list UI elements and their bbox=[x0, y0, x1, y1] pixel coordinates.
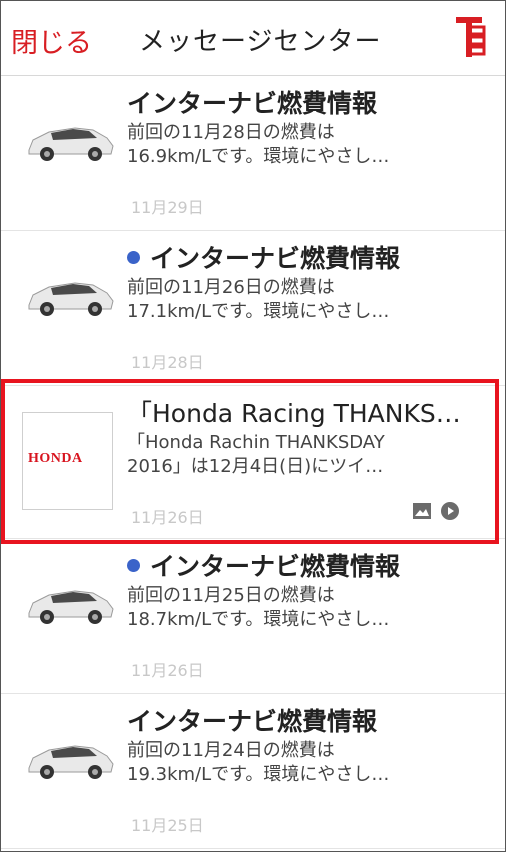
message-date: 11月26日 bbox=[131, 508, 204, 527]
list-item[interactable]: インターナビ燃費情報 前回の11月24日の燃費は 19.3km/Lです。環境にや… bbox=[1, 694, 505, 849]
list-item[interactable]: インターナビ燃費情報 前回の11月26日の燃費は 17.1km/Lです。環境にや… bbox=[1, 231, 505, 386]
car-icon bbox=[28, 282, 114, 316]
message-body: 前回の11月26日の燃費は 17.1km/Lです。環境にやさし… bbox=[127, 277, 390, 322]
menu-icon[interactable] bbox=[454, 15, 486, 59]
message-body: 「Honda Rachin THANKSDAY 2016」は12月4日(日)にツ… bbox=[127, 432, 385, 477]
list-item[interactable]: インターナビ燃費情報 前回の11月25日の燃費は 18.7km/Lです。環境にや… bbox=[1, 539, 505, 694]
car-icon bbox=[28, 127, 114, 161]
message-title: インターナビ燃費情報 bbox=[127, 89, 378, 118]
car-icon bbox=[28, 590, 114, 624]
message-title: 「Honda Racing THANKS… bbox=[127, 399, 461, 428]
message-date: 11月25日 bbox=[131, 816, 204, 835]
message-title: インターナビ燃費情報 bbox=[127, 707, 378, 736]
message-body: 前回の11月24日の燃費は 19.3km/Lです。環境にやさし… bbox=[127, 740, 390, 785]
page-title: メッセージセンター bbox=[139, 27, 382, 57]
honda-logo-thumbnail: HONDA bbox=[22, 412, 113, 510]
image-icon[interactable] bbox=[413, 503, 431, 519]
app-frame: 閉じる メッセージセンター インターナビ燃費情報 前回の11月28日の燃費は 1… bbox=[0, 0, 506, 852]
message-date: 11月28日 bbox=[131, 353, 204, 372]
message-body: 前回の11月28日の燃費は 16.9km/Lです。環境にやさし… bbox=[127, 122, 390, 167]
message-date: 11月29日 bbox=[131, 198, 204, 217]
car-icon bbox=[28, 745, 114, 779]
message-date: 11月26日 bbox=[131, 661, 204, 680]
unread-dot-icon bbox=[127, 558, 140, 572]
play-icon[interactable] bbox=[441, 502, 459, 520]
message-title: インターナビ燃費情報 bbox=[127, 547, 400, 583]
message-body: 前回の11月25日の燃費は 18.7km/Lです。環境にやさし… bbox=[127, 585, 390, 630]
honda-logo: HONDA bbox=[28, 451, 83, 466]
close-button[interactable]: 閉じる bbox=[11, 21, 92, 60]
header-bar: 閉じる メッセージセンター bbox=[1, 1, 505, 76]
list-item[interactable]: インターナビ燃費情報 前回の11月28日の燃費は 16.9km/Lです。環境にや… bbox=[1, 76, 505, 231]
message-title: インターナビ燃費情報 bbox=[127, 239, 400, 275]
unread-dot-icon bbox=[127, 250, 140, 264]
